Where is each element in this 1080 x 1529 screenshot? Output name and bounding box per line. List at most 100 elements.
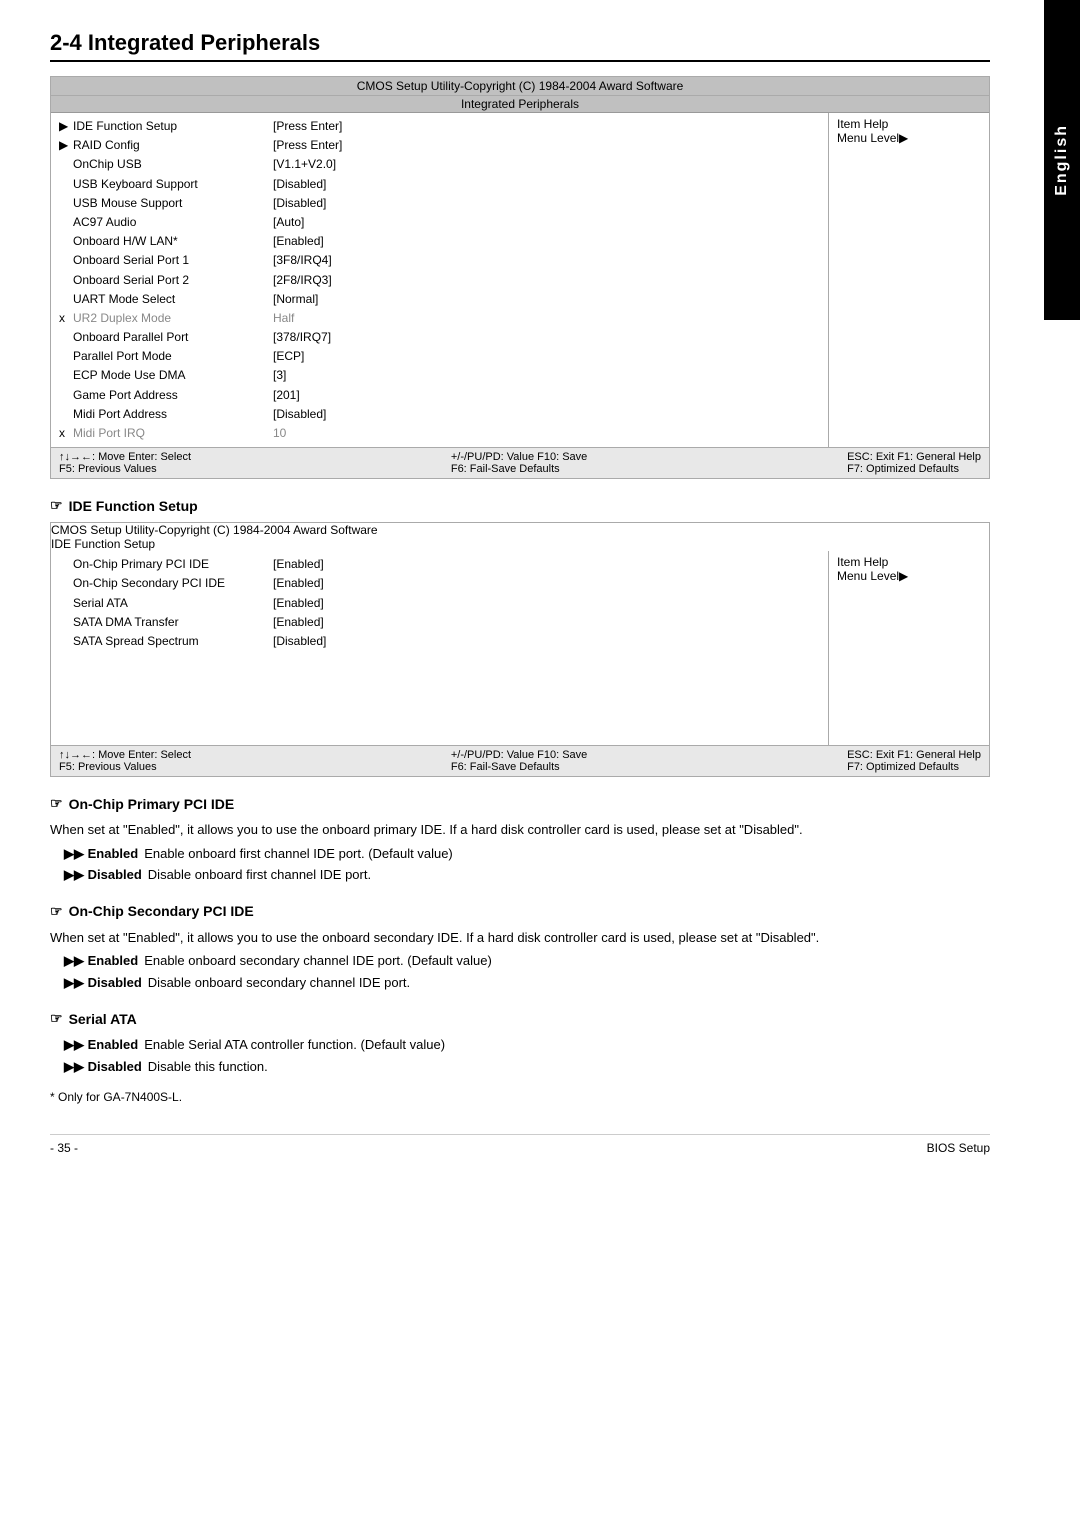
section-title: 2-4 Integrated Peripherals bbox=[50, 30, 990, 62]
row-value: [Auto] bbox=[273, 213, 820, 232]
row-marker bbox=[59, 405, 73, 424]
row-value: [Disabled] bbox=[273, 632, 820, 651]
bios-subheader-1: Integrated Peripherals bbox=[51, 96, 989, 113]
subsection-heading-3: ☞ On-Chip Secondary PCI IDE bbox=[50, 903, 990, 920]
row-value: [378/IRQ7] bbox=[273, 328, 820, 347]
bullet-icon: ▶▶ Disabled bbox=[64, 865, 142, 885]
row-marker bbox=[59, 232, 73, 251]
footer-2a-line1: ↑↓→←: Move Enter: Select bbox=[59, 749, 191, 761]
bios-item-help-1: Item Help Menu Level▶ bbox=[829, 113, 989, 447]
footer-1b-line1: +/-/PU/PD: Value F10: Save bbox=[451, 451, 587, 463]
row-label: Game Port Address bbox=[73, 386, 273, 405]
row-label: Onboard Serial Port 1 bbox=[73, 251, 273, 270]
row-label: AC97 Audio bbox=[73, 213, 273, 232]
footer-2b-line2: F6: Fail-Save Defaults bbox=[451, 761, 587, 773]
subsection-title-3: On-Chip Secondary PCI IDE bbox=[69, 903, 254, 919]
bullet-label: Disabled bbox=[88, 867, 142, 882]
bullet-icon: ▶▶ Disabled bbox=[64, 1057, 142, 1077]
row-marker bbox=[59, 175, 73, 194]
bios1-row: ▶IDE Function Setup[Press Enter] bbox=[59, 117, 820, 136]
item-help-title-1: Item Help bbox=[837, 117, 981, 131]
footer-1a-line1: ↑↓→←: Move Enter: Select bbox=[59, 451, 191, 463]
footer-1c-line2: F7: Optimized Defaults bbox=[847, 463, 981, 475]
footer-note: * Only for GA-7N400S-L. bbox=[50, 1090, 990, 1104]
bios-item-help-2: Item Help Menu Level▶ bbox=[829, 551, 989, 745]
bios-screen-ide-function: CMOS Setup Utility-Copyright (C) 1984-20… bbox=[50, 522, 990, 777]
bios-footer-1: ↑↓→←: Move Enter: Select F5: Previous Va… bbox=[51, 447, 989, 478]
bullet-label: Disabled bbox=[88, 975, 142, 990]
row-marker bbox=[59, 574, 73, 593]
page-number: - 35 - bbox=[50, 1141, 78, 1155]
bullet-icon: ▶▶ Disabled bbox=[64, 973, 142, 993]
bullet-label: Enabled bbox=[88, 846, 139, 861]
row-value: [3] bbox=[273, 366, 820, 385]
bios1-row: Parallel Port Mode[ECP] bbox=[59, 347, 820, 366]
subsection2-bullets: ▶▶ EnabledEnable onboard first channel I… bbox=[50, 844, 990, 885]
bios1-row: Onboard Parallel Port[378/IRQ7] bbox=[59, 328, 820, 347]
footer-2a-line2: F5: Previous Values bbox=[59, 761, 191, 773]
footer-2c-line2: F7: Optimized Defaults bbox=[847, 761, 981, 773]
subsection4-bullets: ▶▶ EnabledEnable Serial ATA controller f… bbox=[50, 1035, 990, 1076]
row-label: Parallel Port Mode bbox=[73, 347, 273, 366]
row-label: Midi Port IRQ bbox=[73, 424, 273, 443]
row-label: RAID Config bbox=[73, 136, 273, 155]
row-value: [Disabled] bbox=[273, 405, 820, 424]
footer-2c-line1: ESC: Exit F1: General Help bbox=[847, 749, 981, 761]
subsection-arrow-1: ☞ bbox=[50, 497, 63, 514]
page-label: BIOS Setup bbox=[927, 1141, 990, 1155]
row-label: SATA Spread Spectrum bbox=[73, 632, 273, 651]
footer-col-1b: +/-/PU/PD: Value F10: Save F6: Fail-Save… bbox=[451, 451, 587, 475]
english-tab: English bbox=[1044, 0, 1080, 320]
bios1-rows: ▶IDE Function Setup[Press Enter]▶RAID Co… bbox=[59, 117, 820, 443]
bullet-item: ▶▶ DisabledDisable onboard secondary cha… bbox=[50, 973, 990, 993]
row-value: 10 bbox=[273, 424, 820, 443]
bios2-row: On-Chip Primary PCI IDE[Enabled] bbox=[59, 555, 820, 574]
bios1-row: OnChip USB[V1.1+V2.0] bbox=[59, 155, 820, 174]
footer-col-2c: ESC: Exit F1: General Help F7: Optimized… bbox=[847, 749, 981, 773]
bullet-item: ▶▶ EnabledEnable Serial ATA controller f… bbox=[50, 1035, 990, 1055]
row-value: [Press Enter] bbox=[273, 136, 820, 155]
subsection-title-1: IDE Function Setup bbox=[69, 498, 198, 514]
row-marker bbox=[59, 632, 73, 651]
row-marker bbox=[59, 555, 73, 574]
bullet-icon: ▶▶ Enabled bbox=[64, 951, 138, 971]
bios-subheader-2: IDE Function Setup bbox=[51, 537, 989, 551]
row-value: [Normal] bbox=[273, 290, 820, 309]
bios-left-2: On-Chip Primary PCI IDE[Enabled]On-Chip … bbox=[51, 551, 829, 745]
row-value: [Enabled] bbox=[273, 232, 820, 251]
bios1-row: USB Mouse Support[Disabled] bbox=[59, 194, 820, 213]
page-footer: - 35 - BIOS Setup bbox=[50, 1134, 990, 1155]
bios-body-2: On-Chip Primary PCI IDE[Enabled]On-Chip … bbox=[51, 551, 989, 745]
bullet-label: Disabled bbox=[88, 1059, 142, 1074]
row-marker bbox=[59, 347, 73, 366]
bios2-rows: On-Chip Primary PCI IDE[Enabled]On-Chip … bbox=[59, 555, 820, 651]
row-marker: ▶ bbox=[59, 136, 73, 155]
row-value: [Enabled] bbox=[273, 574, 820, 593]
row-label: Serial ATA bbox=[73, 594, 273, 613]
bios-left-1: ▶IDE Function Setup[Press Enter]▶RAID Co… bbox=[51, 113, 829, 447]
row-marker bbox=[59, 155, 73, 174]
subsection3-bullets: ▶▶ EnabledEnable onboard secondary chann… bbox=[50, 951, 990, 992]
subsection-arrow-2: ☞ bbox=[50, 795, 63, 812]
subsection-heading-4: ☞ Serial ATA bbox=[50, 1010, 990, 1027]
row-label: Onboard Serial Port 2 bbox=[73, 271, 273, 290]
bios1-row: UART Mode Select[Normal] bbox=[59, 290, 820, 309]
bios2-row: SATA DMA Transfer[Enabled] bbox=[59, 613, 820, 632]
row-label: OnChip USB bbox=[73, 155, 273, 174]
bullet-desc: Disable this function. bbox=[148, 1057, 990, 1077]
row-value: [3F8/IRQ4] bbox=[273, 251, 820, 270]
row-value: [Disabled] bbox=[273, 175, 820, 194]
footer-col-1a: ↑↓→←: Move Enter: Select F5: Previous Va… bbox=[59, 451, 191, 475]
footer-col-2a: ↑↓→←: Move Enter: Select F5: Previous Va… bbox=[59, 749, 191, 773]
bios-header-2: CMOS Setup Utility-Copyright (C) 1984-20… bbox=[51, 523, 989, 537]
bullet-item: ▶▶ EnabledEnable onboard first channel I… bbox=[50, 844, 990, 864]
bios1-row: Midi Port Address[Disabled] bbox=[59, 405, 820, 424]
row-label: Onboard H/W LAN* bbox=[73, 232, 273, 251]
bios-header-1: CMOS Setup Utility-Copyright (C) 1984-20… bbox=[51, 77, 989, 96]
footer-1b-line2: F6: Fail-Save Defaults bbox=[451, 463, 587, 475]
row-marker bbox=[59, 328, 73, 347]
row-label: USB Mouse Support bbox=[73, 194, 273, 213]
bios2-row: Serial ATA[Enabled] bbox=[59, 594, 820, 613]
row-label: ECP Mode Use DMA bbox=[73, 366, 273, 385]
section-heading: Integrated Peripherals bbox=[88, 30, 320, 55]
